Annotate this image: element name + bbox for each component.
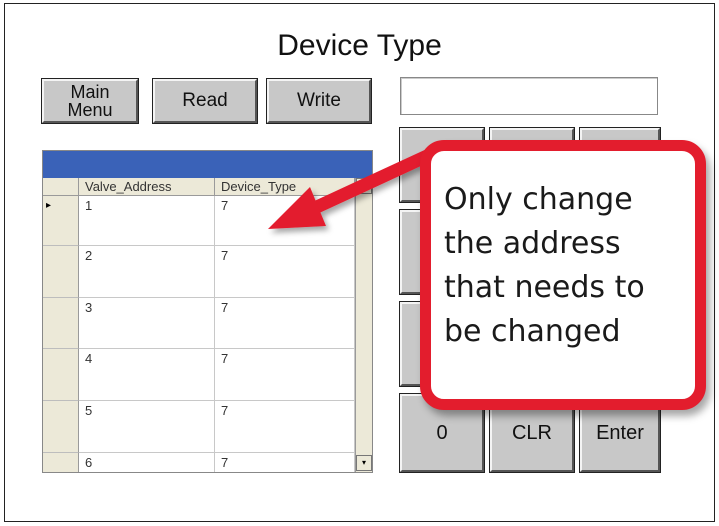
callout-line: be changed: [444, 314, 621, 349]
callout-line: the address: [444, 226, 621, 261]
annotation-callout-text: Only change the address that needs to be…: [444, 178, 694, 354]
callout-line: that needs to: [444, 270, 645, 305]
callout-line: Only change: [444, 182, 633, 217]
